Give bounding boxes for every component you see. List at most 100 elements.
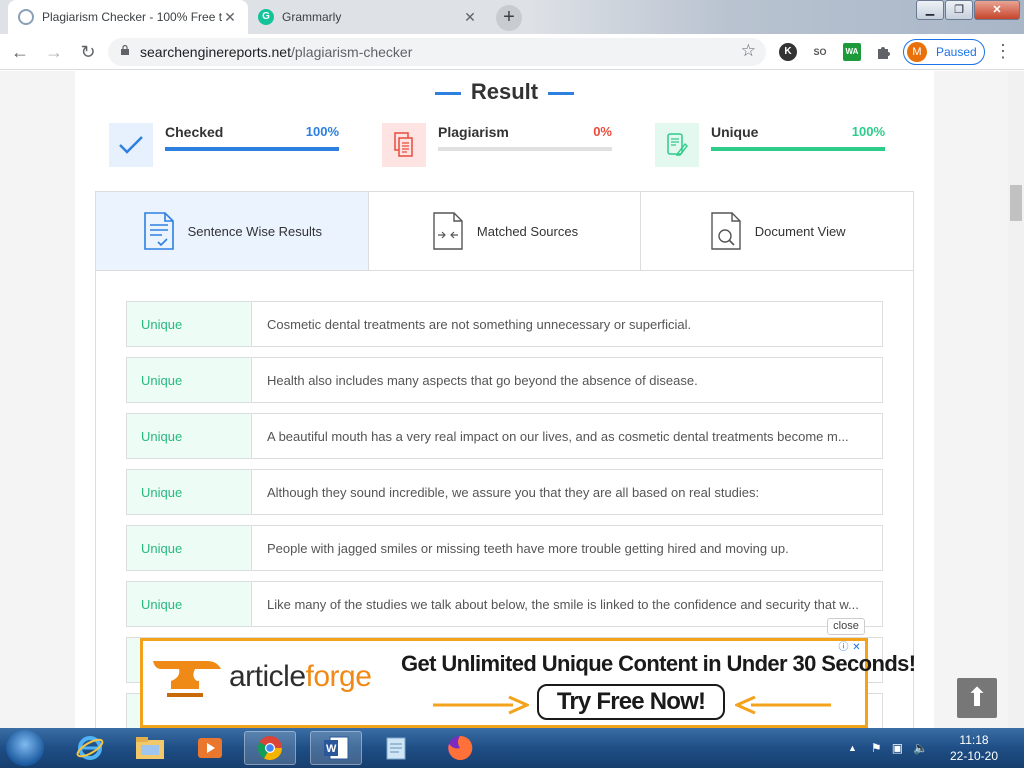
address-bar[interactable]: searchenginereports.net/plagiarism-check…	[108, 38, 766, 66]
stat-progress-fill	[165, 147, 339, 151]
scroll-to-top-button[interactable]: ⬆	[957, 678, 997, 718]
scrollbar-thumb[interactable]	[1010, 185, 1022, 221]
file-explorer-icon[interactable]	[124, 731, 176, 765]
extension-seoquake-icon[interactable]: SO	[811, 43, 829, 61]
sentence-results-icon	[143, 212, 174, 250]
table-row: Unique People with jagged smiles or miss…	[126, 525, 883, 571]
tab-sentence-wise-results[interactable]: Sentence Wise Results	[96, 192, 369, 270]
stat-progress-bar	[711, 147, 885, 151]
restore-window-button[interactable]: ❐	[945, 0, 973, 20]
copy-document-icon	[382, 123, 426, 167]
result-heading: Result	[75, 79, 934, 105]
ad-headline: Get Unlimited Unique Content in Under 30…	[401, 651, 916, 676]
browser-tab-title: Grammarly	[282, 10, 342, 24]
stat-plagiarism: Plagiarism 0%	[382, 123, 612, 167]
stat-progress-fill	[711, 147, 885, 151]
minimize-window-button[interactable]: ▁	[916, 0, 944, 20]
result-title-text: Result	[470, 79, 539, 104]
avatar: M	[907, 42, 927, 62]
back-icon[interactable]: ←	[8, 40, 32, 64]
table-row: Unique Cosmetic dental treatments are no…	[126, 301, 883, 347]
close-tab-icon[interactable]: ✕	[222, 9, 238, 26]
brand-prefix: article	[229, 660, 306, 693]
status-badge: Unique	[127, 302, 252, 346]
articleforge-logo: articleforge	[151, 655, 372, 699]
ad-dismiss-icon[interactable]: ✕	[850, 641, 863, 654]
ad-banner[interactable]: articleforge Get Unlimited Unique Conten…	[140, 638, 916, 728]
ad-info-icon[interactable]: ⓘ	[837, 641, 850, 654]
document-search-icon	[711, 212, 741, 250]
page-scrollbar[interactable]	[1008, 71, 1024, 728]
extension-k-icon[interactable]: K	[779, 43, 797, 61]
stat-label: Plagiarism	[438, 124, 509, 140]
ad-close-button[interactable]: close	[827, 618, 865, 635]
stat-progress-bar	[438, 147, 612, 151]
windows-taskbar: W ▲ ⚑ ▣ 🔈 11:18 22-10-20	[0, 728, 1024, 768]
edit-document-icon	[655, 123, 699, 167]
start-button[interactable]	[6, 730, 44, 766]
tab-matched-sources[interactable]: Matched Sources	[369, 192, 642, 270]
stat-value: 100%	[851, 124, 885, 139]
word-taskbar-icon[interactable]: W	[310, 731, 362, 765]
stat-unique: Unique 100%	[655, 123, 885, 167]
grammarly-favicon-icon: G	[258, 9, 274, 25]
extension-wa-icon[interactable]: WA	[843, 43, 861, 61]
stat-progress-bar	[165, 147, 339, 151]
try-free-button[interactable]: Try Free Now!	[537, 684, 725, 720]
url-domain: searchenginereports.net	[140, 44, 291, 60]
notepad-taskbar-icon[interactable]	[370, 731, 422, 765]
clock-date: 22-10-20	[949, 749, 999, 763]
profile-status: Paused	[936, 45, 977, 59]
status-badge: Unique	[127, 582, 252, 626]
system-tray: ▲ ⚑ ▣ 🔈	[848, 728, 928, 768]
sentence-text: Like many of the studies we talk about b…	[267, 596, 859, 612]
volume-muted-icon[interactable]: 🔈	[913, 741, 928, 755]
svg-text:W: W	[326, 743, 337, 755]
taskbar-clock[interactable]: 11:18 22-10-20	[944, 732, 1004, 764]
forward-icon[interactable]: →	[42, 40, 66, 64]
ad-choices[interactable]: ⓘ ✕	[837, 641, 863, 654]
extensions-puzzle-icon[interactable]	[875, 43, 893, 61]
sentence-text: Health also includes many aspects that g…	[267, 372, 698, 388]
site-favicon-icon	[18, 9, 34, 25]
result-panel: Result Checked 100% Plagiarism 0% Unique…	[75, 71, 934, 728]
table-row: Unique A beautiful mouth has a very real…	[126, 413, 883, 459]
arrow-left-icon	[735, 695, 831, 715]
reload-icon[interactable]: ↻	[76, 40, 100, 64]
profile-button[interactable]: M Paused	[903, 39, 985, 65]
table-row: Unique Health also includes many aspects…	[126, 357, 883, 403]
browser-toolbar: ← → ↻ searchenginereports.net/plagiarism…	[0, 34, 1024, 70]
tab-document-view[interactable]: Document View	[641, 192, 913, 270]
stat-value: 0%	[593, 124, 612, 139]
show-hidden-icons-icon[interactable]: ▲	[848, 743, 857, 753]
tab-label: Document View	[754, 223, 846, 239]
browser-tab-plagiarism[interactable]: Plagiarism Checker - 100% Free t ✕	[8, 0, 248, 34]
action-center-flag-icon[interactable]: ⚑	[871, 741, 882, 755]
status-badge: Unique	[127, 414, 252, 458]
stat-label: Checked	[165, 124, 224, 140]
network-icon[interactable]: ▣	[892, 741, 903, 755]
browser-menu-icon[interactable]: ⋮	[994, 41, 1012, 62]
result-tabs: Sentence Wise Results Matched Sources Do…	[95, 191, 914, 271]
url-path: /plagiarism-checker	[291, 44, 413, 60]
internet-explorer-icon[interactable]	[64, 731, 116, 765]
arrow-right-icon	[433, 695, 529, 715]
stat-label: Unique	[711, 124, 759, 140]
sentence-text: Although they sound incredible, we assur…	[267, 484, 760, 500]
lock-icon	[121, 45, 129, 55]
new-tab-button[interactable]: +	[496, 5, 522, 31]
checkmark-icon	[109, 123, 153, 167]
close-window-button[interactable]: ✕	[974, 0, 1020, 20]
chrome-taskbar-icon[interactable]	[244, 731, 296, 765]
media-player-icon[interactable]	[184, 731, 236, 765]
status-badge: Unique	[127, 526, 252, 570]
matched-sources-icon	[433, 212, 463, 250]
sentence-text: Cosmetic dental treatments are not somet…	[267, 316, 692, 332]
sentence-text: People with jagged smiles or missing tee…	[267, 540, 789, 556]
status-badge: Unique	[127, 470, 252, 514]
bookmark-star-icon[interactable]: ☆	[741, 41, 756, 61]
browser-tab-grammarly[interactable]: G Grammarly ✕	[248, 0, 488, 34]
table-row: Unique Like many of the studies we talk …	[126, 581, 883, 627]
firefox-taskbar-icon[interactable]	[434, 731, 486, 765]
close-tab-icon[interactable]: ✕	[462, 9, 478, 26]
